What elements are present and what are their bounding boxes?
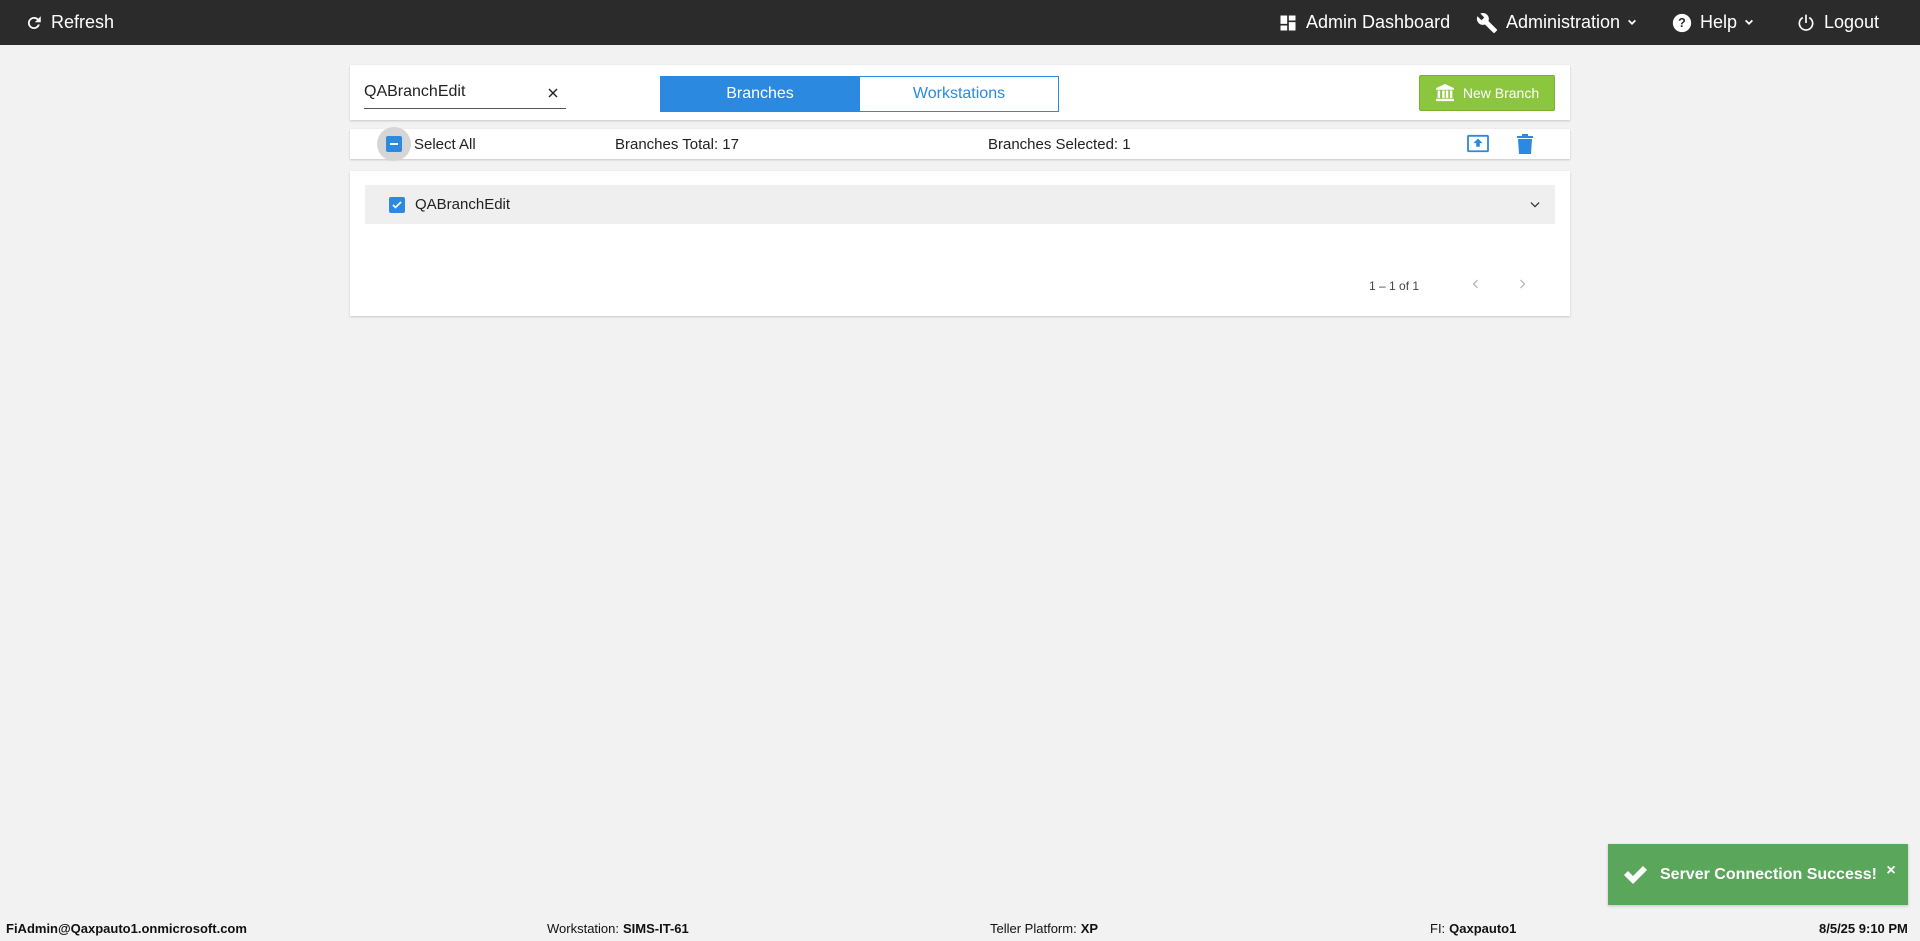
branches-selected-text: Branches Selected: 1 [988,135,1131,153]
toast-message: Server Connection Success! [1660,865,1877,883]
footer-datetime: 8/5/25 9:10 PM [1819,920,1908,936]
chevron-down-icon [1743,17,1755,29]
top-navigation-bar: Refresh Admin Dashboard Administration ?… [0,0,1920,45]
tab-branches[interactable]: Branches [660,76,860,112]
refresh-button[interactable]: Refresh [25,0,114,45]
footer-fi: FI: Qaxpauto1 [1430,915,1516,941]
branches-total-text: Branches Total: 17 [615,135,739,153]
help-circle-icon: ? [1672,13,1692,33]
checkmark-icon [392,201,402,209]
chevron-down-icon [1626,17,1638,29]
tab-workstations[interactable]: Workstations [859,76,1059,112]
power-icon [1796,13,1816,33]
chevron-left-icon [1472,279,1478,289]
trash-icon [1517,134,1533,154]
chevron-right-icon [1520,279,1526,289]
admin-dashboard-link[interactable]: Admin Dashboard [1278,0,1450,45]
select-all-label[interactable]: Select All [414,129,476,159]
indeterminate-icon [390,143,398,145]
logout-label: Logout [1824,12,1880,32]
fi-label: FI: [1430,920,1446,936]
bank-icon [1435,84,1454,102]
fi-value: Qaxpauto1 [1449,920,1517,936]
footer-user: FiAdmin@Qaxpauto1.onmicrosoft.com [6,920,247,936]
logout-button[interactable]: Logout [1796,0,1879,45]
refresh-icon [25,14,43,32]
chevron-down-icon[interactable] [1527,197,1543,213]
svg-text:?: ? [1678,16,1686,30]
previous-page-button[interactable] [1463,272,1487,296]
admin-dashboard-label: Admin Dashboard [1306,12,1451,32]
pagination-range: 1 – 1 of 1 [1369,279,1420,293]
close-icon[interactable] [544,84,562,102]
list-item[interactable]: QABranchEdit [365,185,1555,224]
help-menu[interactable]: ? Help [1672,0,1755,45]
teller-platform-label: Teller Platform: [990,920,1077,936]
search-input[interactable] [364,79,534,105]
checkmark-icon [1622,864,1650,886]
teller-platform-value: XP [1080,920,1099,936]
branch-toolbar-card: Branches Workstations New Branch [350,65,1570,120]
branch-list-card: QABranchEdit 1 – 1 of 1 [350,171,1570,316]
status-footer: FiAdmin@Qaxpauto1.onmicrosoft.com Workst… [0,915,1920,941]
toast-notification: Server Connection Success! × [1608,844,1908,905]
select-all-checkbox[interactable] [386,136,402,152]
dashboard-grid-icon [1278,13,1298,33]
new-branch-label: New Branch [1462,85,1540,101]
row-checkbox[interactable] [389,197,405,213]
wrench-icon [1476,12,1498,34]
export-button[interactable] [1466,133,1490,155]
search-field [364,79,566,109]
next-page-button[interactable] [1511,272,1535,296]
footer-teller-platform: Teller Platform: XP [990,915,1098,941]
help-label: Help [1700,12,1738,32]
administration-menu[interactable]: Administration [1476,0,1638,45]
upload-icon [1467,134,1489,153]
branch-name: QABranchEdit [415,196,511,213]
new-branch-button[interactable]: New Branch [1419,75,1555,111]
workstation-value: SIMS-IT-61 [623,920,689,936]
refresh-label: Refresh [51,12,115,32]
workstation-label: Workstation: [547,920,620,936]
selection-bar: Select All Branches Total: 17 Branches S… [350,127,1570,161]
footer-workstation: Workstation: SIMS-IT-61 [547,915,689,941]
delete-button[interactable] [1513,133,1537,155]
administration-label: Administration [1506,12,1621,32]
toast-close-button[interactable]: × [1882,862,1900,880]
